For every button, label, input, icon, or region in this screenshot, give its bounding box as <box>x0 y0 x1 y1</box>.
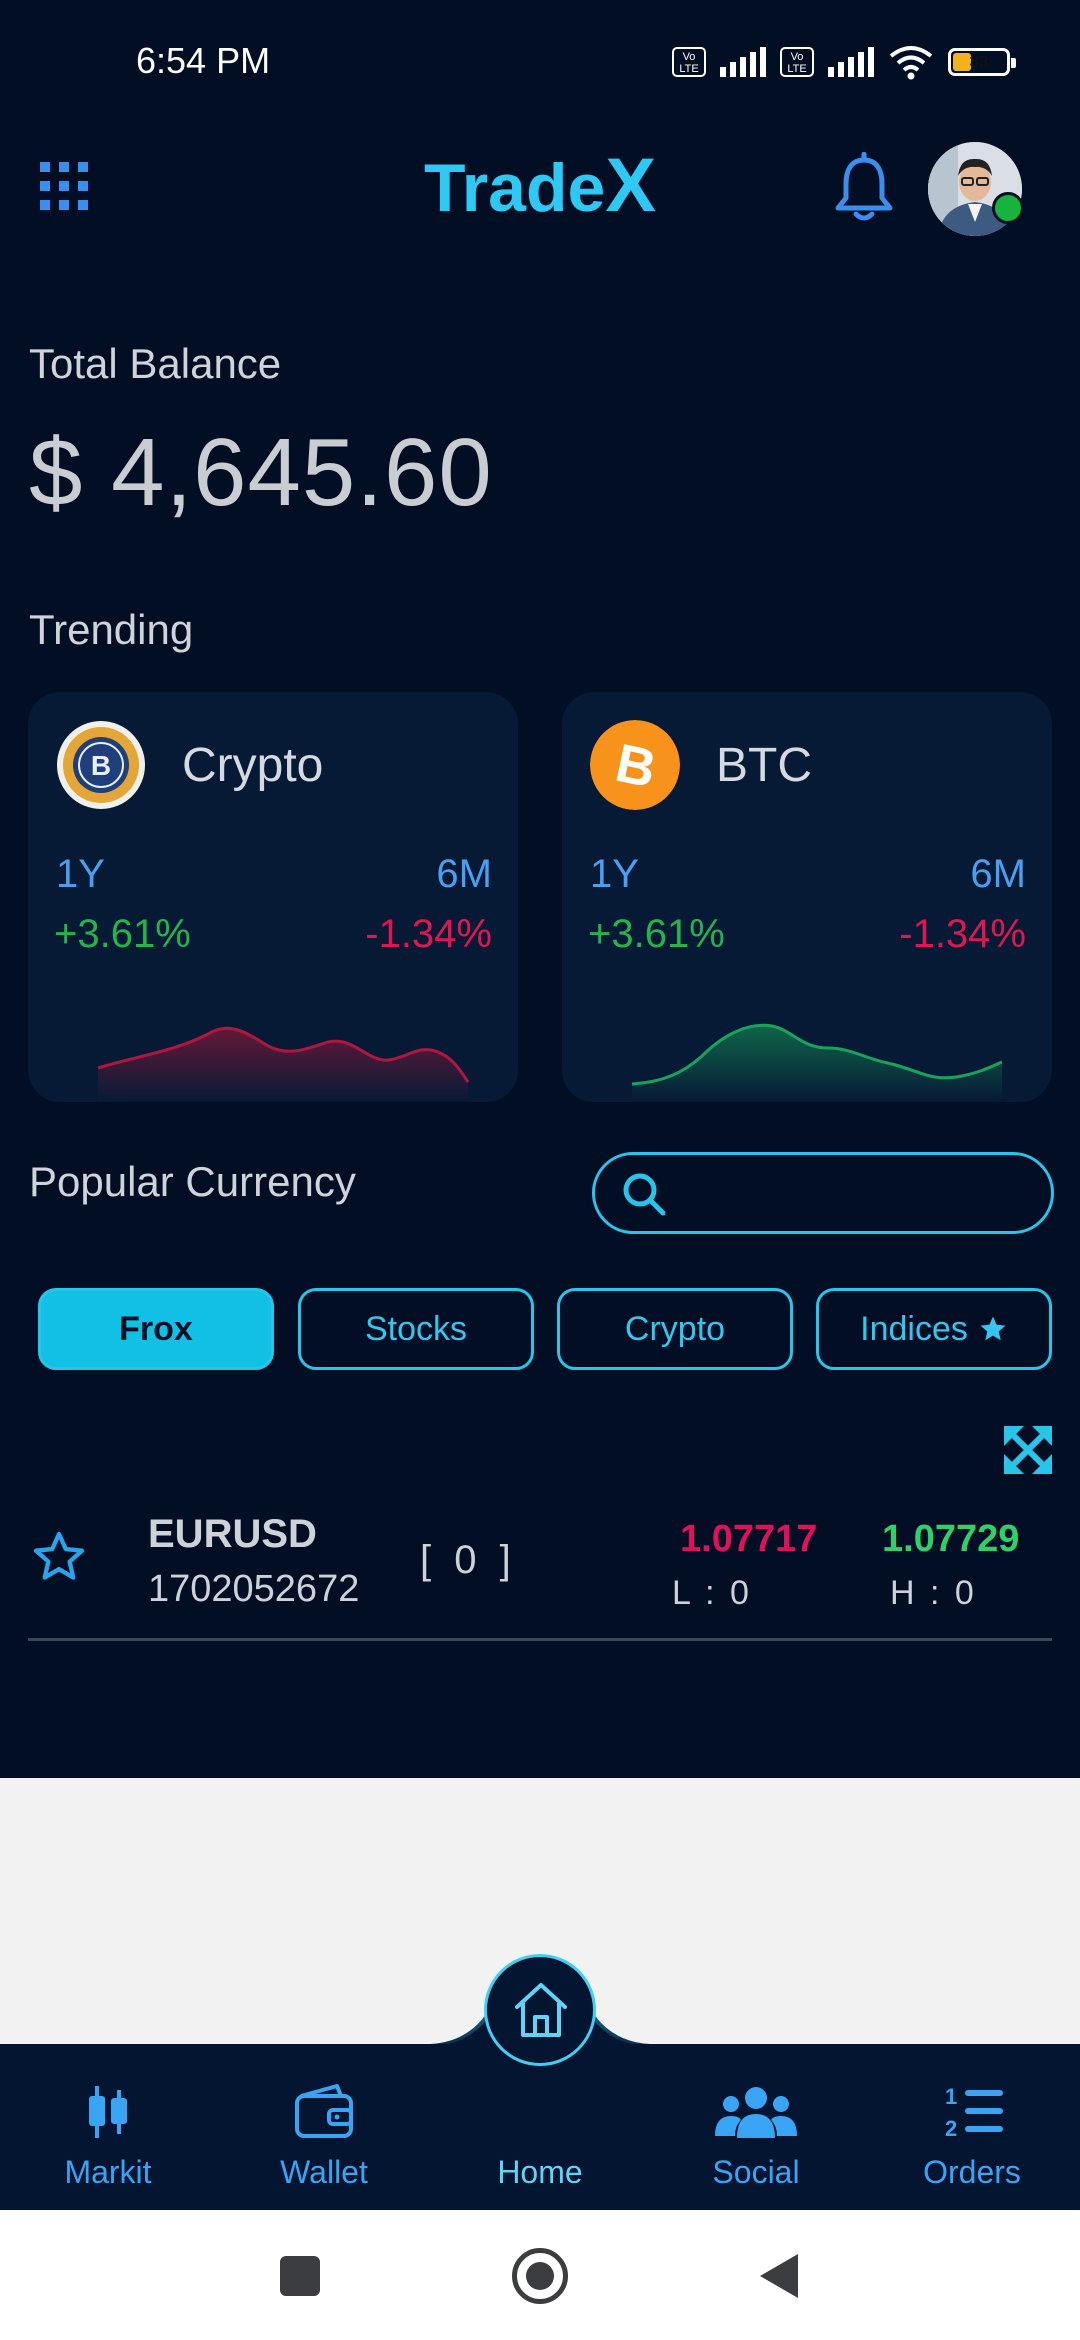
star-icon <box>980 1316 1006 1341</box>
filter-label: Crypto <box>624 1309 726 1348</box>
signal-icon <box>720 47 766 77</box>
nav-item-social[interactable]: Social <box>648 2044 864 2210</box>
filter-label: Stocks <box>364 1309 468 1348</box>
candlestick-icon <box>89 2086 127 2138</box>
numbered-list-icon: 1 2 <box>945 2084 1003 2141</box>
people-icon <box>715 2087 797 2138</box>
filter-indices-button[interactable]: Indices <box>816 1288 1052 1370</box>
bitcoin-gold-coin-icon: B <box>57 721 145 809</box>
sparkline-chart <box>97 1026 470 1102</box>
card-change-negative: -1.34% <box>365 912 492 956</box>
nav-label: Social <box>712 2154 800 2190</box>
filter-label: Frox <box>119 1309 193 1348</box>
system-home-icon[interactable] <box>512 2248 568 2304</box>
status-time: 6:54 PM <box>136 40 271 81</box>
quote-high-price: 1.07729 <box>882 1518 1020 1560</box>
nav-item-wallet[interactable]: Wallet <box>216 2044 432 2210</box>
wifi-icon <box>889 46 933 80</box>
trending-label: Trending <box>29 606 194 653</box>
system-nav-bar <box>0 2210 1080 2340</box>
wallet-icon <box>295 2084 353 2138</box>
search-input[interactable] <box>679 1167 1023 1223</box>
bottom-nav: Markit Wallet Home Social 1 2 Orders <box>0 2044 1080 2210</box>
battery-level: 33 <box>969 52 989 71</box>
expand-icon[interactable] <box>1002 1424 1054 1476</box>
table-row[interactable]: EURUSD 1702052672 [ 0 ] 1.07717 1.07729 … <box>0 1500 1080 1640</box>
svg-text:2: 2 <box>945 2116 957 2141</box>
online-status-dot <box>992 192 1024 224</box>
app-title: TradeX <box>0 142 1080 229</box>
nav-item-orders[interactable]: 1 2 Orders <box>864 2044 1080 2210</box>
battery-icon: 33 <box>948 48 1016 76</box>
card-change-negative: -1.34% <box>899 912 1026 956</box>
svg-text:B: B <box>91 750 111 781</box>
nav-label: Markit <box>64 2154 152 2190</box>
balance-label: Total Balance <box>29 340 282 387</box>
trending-card-crypto[interactable]: B Crypto 1Y 6M +3.61% -1.34% <box>28 692 518 1102</box>
app-title-main: Trade <box>423 150 606 226</box>
filter-frox-button[interactable]: Frox <box>38 1288 274 1370</box>
card-period-1: 1Y <box>590 852 639 896</box>
card-name: Crypto <box>182 739 324 792</box>
sparkline-chart <box>631 1023 1003 1102</box>
nav-label: Wallet <box>280 2154 368 2190</box>
filter-label: Indices <box>860 1309 968 1348</box>
divider <box>28 1638 1052 1641</box>
trending-card-btc[interactable]: B BTC 1Y 6M +3.61% -1.34% <box>562 692 1052 1102</box>
card-period-1: 1Y <box>56 852 105 896</box>
bell-icon[interactable] <box>832 152 896 224</box>
home-button[interactable] <box>484 1954 596 2066</box>
nav-label: Home <box>497 2154 583 2190</box>
quote-count: [ 0 ] <box>420 1538 517 1582</box>
nav-item-home[interactable]: Home <box>432 2044 648 2210</box>
card-period-2: 6M <box>970 852 1026 896</box>
card-period-2: 6M <box>436 852 492 896</box>
signal-icon-2 <box>828 47 874 77</box>
filter-stocks-button[interactable]: Stocks <box>298 1288 534 1370</box>
quote-high-label: H : 0 <box>890 1574 977 1612</box>
card-name: BTC <box>716 739 812 792</box>
nav-item-markit[interactable]: Markit <box>0 2044 216 2210</box>
popular-currency-label: Popular Currency <box>29 1158 356 1205</box>
favorite-star-icon[interactable] <box>30 1528 88 1586</box>
volte-icon: Vo LTE <box>672 47 706 77</box>
search-icon[interactable] <box>621 1171 667 1217</box>
bitcoin-orange-coin-icon: B <box>590 720 680 810</box>
quote-symbol: EURUSD <box>148 1512 317 1556</box>
filter-crypto-button[interactable]: Crypto <box>557 1288 793 1370</box>
status-icons: Vo LTE Vo LTE 33 <box>672 42 1016 82</box>
quote-id: 1702052672 <box>148 1568 360 1610</box>
app-title-accent: X <box>605 143 657 228</box>
volte-icon-2: Vo LTE <box>780 47 814 77</box>
svg-text:1: 1 <box>945 2084 957 2109</box>
search-box[interactable] <box>592 1152 1054 1234</box>
card-change-positive: +3.61% <box>54 912 191 956</box>
quote-low-price: 1.07717 <box>680 1518 818 1560</box>
nav-label: Orders <box>923 2154 1021 2190</box>
card-change-positive: +3.61% <box>588 912 725 956</box>
back-icon[interactable] <box>760 2254 798 2298</box>
home-icon <box>515 1983 567 2037</box>
balance-value: $ 4,645.60 <box>29 419 493 526</box>
recent-apps-icon[interactable] <box>280 2256 320 2296</box>
quote-low-label: L : 0 <box>672 1574 752 1612</box>
